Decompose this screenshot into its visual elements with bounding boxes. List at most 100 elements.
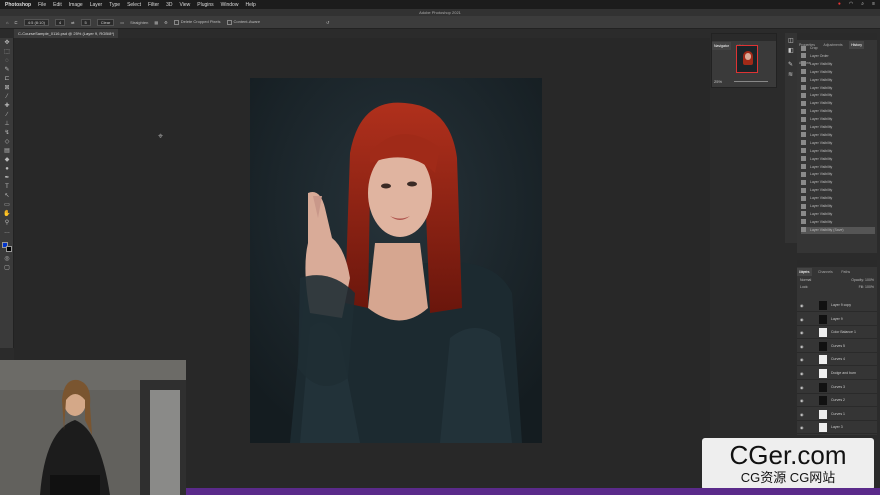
navigator-thumbnail[interactable] — [736, 45, 758, 73]
history-item[interactable]: Layer Visibility — [801, 148, 875, 155]
layer-row[interactable]: ◉ Color Balance 1 — [797, 326, 877, 340]
eye-icon[interactable]: ◉ — [800, 371, 804, 376]
ratio-dropdown[interactable]: 4:5 (8:10) — [23, 18, 49, 26]
history-item[interactable]: Layer Visibility — [801, 156, 875, 163]
tab-navigator[interactable]: Navigator — [712, 42, 731, 50]
shape-tool-icon[interactable]: ▭ — [3, 202, 11, 208]
gradient-tool-icon[interactable]: ▤ — [3, 148, 11, 154]
history-item[interactable]: Layer Visibility — [801, 116, 875, 123]
background-color-swatch[interactable] — [6, 246, 12, 252]
panel-icon-3[interactable]: ✎ — [788, 61, 793, 68]
hand-tool-icon[interactable]: ✋ — [3, 211, 11, 217]
screen-mode-icon[interactable]: ▢ — [3, 265, 11, 271]
eye-icon[interactable]: ◉ — [800, 385, 804, 390]
eraser-tool-icon[interactable]: ◇ — [3, 139, 11, 145]
eye-icon[interactable]: ◉ — [800, 425, 804, 430]
panel-icon-2[interactable]: ◧ — [788, 47, 794, 54]
opacity-value[interactable]: 100% — [865, 278, 874, 282]
quick-select-tool-icon[interactable]: ✎ — [3, 67, 11, 73]
eye-icon[interactable]: ◉ — [800, 412, 804, 417]
history-brush-tool-icon[interactable]: ↯ — [3, 130, 11, 136]
quick-mask-icon[interactable]: ◎ — [3, 256, 11, 262]
layer-row[interactable]: ◉ Layer 9 copy — [797, 299, 877, 312]
straighten-icon[interactable]: ▭ — [120, 20, 124, 25]
layer-row[interactable]: ◉ Curves 3 — [797, 381, 877, 394]
layer-row[interactable]: ◉ Curves 5 — [797, 340, 877, 353]
history-item[interactable]: Layer Visibility — [801, 92, 875, 99]
lasso-tool-icon[interactable]: ◌ — [3, 58, 11, 64]
history-item[interactable]: Layer Visibility — [801, 85, 875, 92]
history-item[interactable]: Layer Visibility — [801, 164, 875, 171]
gear-icon[interactable]: ⚙ — [164, 20, 168, 25]
navigator-zoom-value[interactable]: 25% — [714, 79, 722, 84]
menu-help[interactable]: Help — [245, 2, 255, 8]
grid-overlay-icon[interactable]: ▦ — [154, 20, 158, 25]
document-image[interactable] — [250, 78, 542, 443]
eye-icon[interactable]: ◉ — [800, 330, 804, 335]
home-icon[interactable]: ⌂ — [6, 20, 8, 25]
menu-file[interactable]: File — [38, 2, 46, 8]
more-tools-icon[interactable]: … — [3, 229, 11, 235]
search-icon[interactable]: ⌕ — [861, 1, 864, 7]
path-select-tool-icon[interactable]: ↖ — [3, 193, 11, 199]
history-item[interactable]: Layer Visibility (Save) — [801, 226, 875, 234]
move-tool-icon[interactable]: ✥ — [3, 40, 11, 46]
type-tool-icon[interactable]: T — [3, 184, 11, 190]
history-item[interactable]: Layer Visibility — [801, 187, 875, 194]
eye-icon[interactable]: ◉ — [800, 317, 804, 322]
history-item[interactable]: Layer Visibility — [801, 140, 875, 147]
menu-select[interactable]: Select — [127, 2, 141, 8]
crop-tool-icon[interactable]: ⊏ — [14, 20, 17, 25]
eye-icon[interactable]: ◉ — [800, 357, 804, 362]
height-field[interactable]: 5 — [80, 18, 91, 26]
pen-tool-icon[interactable]: ✒ — [3, 175, 11, 181]
straighten-label[interactable]: Straighten — [130, 20, 148, 25]
reset-icon[interactable]: ↺ — [326, 20, 329, 25]
history-item[interactable]: Layer Visibility — [801, 211, 875, 218]
history-item[interactable]: Layer Visibility — [801, 124, 875, 131]
menu-edit[interactable]: Edit — [53, 2, 62, 8]
crop-tool-icon[interactable]: ⊏ — [3, 76, 11, 82]
layer-filter-kind[interactable]: Kind — [800, 270, 807, 274]
layer-row[interactable]: ◉ Curves 4 — [797, 353, 877, 367]
width-field[interactable]: 4 — [54, 18, 66, 26]
history-item[interactable]: Layer Visibility — [801, 179, 875, 186]
history-item[interactable]: Layer Visibility — [801, 61, 875, 68]
history-item[interactable]: Layer Visibility — [801, 69, 875, 76]
brush-tool-icon[interactable]: ∕ — [3, 112, 11, 118]
layer-row[interactable]: ◉ Layer 9 — [797, 313, 877, 326]
healing-tool-icon[interactable]: ✚ — [3, 103, 11, 109]
menu-layer[interactable]: Layer — [90, 2, 103, 8]
eye-icon[interactable]: ◉ — [800, 344, 804, 349]
blend-mode-dropdown[interactable]: Normal — [800, 278, 811, 282]
frame-tool-icon[interactable]: ⊠ — [3, 85, 11, 91]
content-aware-checkbox[interactable]: Content-Aware — [226, 19, 260, 25]
menu-window[interactable]: Window — [221, 2, 239, 8]
panel-icon-1[interactable]: ◫ — [788, 37, 794, 44]
app-menu[interactable]: Photoshop — [5, 2, 31, 8]
menu-type[interactable]: Type — [109, 2, 120, 8]
document-tab[interactable]: C-CourseSample_0116.psd @ 25% (Layer 9, … — [14, 29, 119, 38]
history-item[interactable]: Crop — [801, 45, 875, 52]
history-item[interactable]: Layer Visibility — [801, 100, 875, 107]
blur-tool-icon[interactable]: ◆ — [3, 157, 11, 163]
history-item[interactable]: Layer Visibility — [801, 132, 875, 139]
navigator-zoom-slider[interactable] — [734, 81, 768, 82]
history-item[interactable]: Layer Visibility — [801, 203, 875, 210]
menu-view[interactable]: View — [180, 2, 191, 8]
tab-paths[interactable]: Paths — [839, 268, 852, 276]
fill-value[interactable]: 100% — [865, 285, 874, 289]
marquee-tool-icon[interactable]: ⬚ — [3, 49, 11, 55]
swap-icon[interactable]: ⇄ — [71, 20, 74, 25]
zoom-tool-icon[interactable]: ⚲ — [3, 220, 11, 226]
layer-row[interactable]: ◉ Curves 1 — [797, 408, 877, 421]
eye-icon[interactable]: ◉ — [800, 303, 804, 308]
stamp-tool-icon[interactable]: ⊥ — [3, 121, 11, 127]
control-center-icon[interactable]: ≡ — [872, 1, 875, 7]
menu-3d[interactable]: 3D — [166, 2, 172, 8]
menu-image[interactable]: Image — [69, 2, 83, 8]
history-item[interactable]: Layer Visibility — [801, 171, 875, 178]
delete-cropped-checkbox[interactable]: Delete Cropped Pixels — [173, 19, 221, 25]
history-item[interactable]: Layer Visibility — [801, 195, 875, 202]
eyedropper-tool-icon[interactable]: ⁄ — [3, 94, 11, 100]
